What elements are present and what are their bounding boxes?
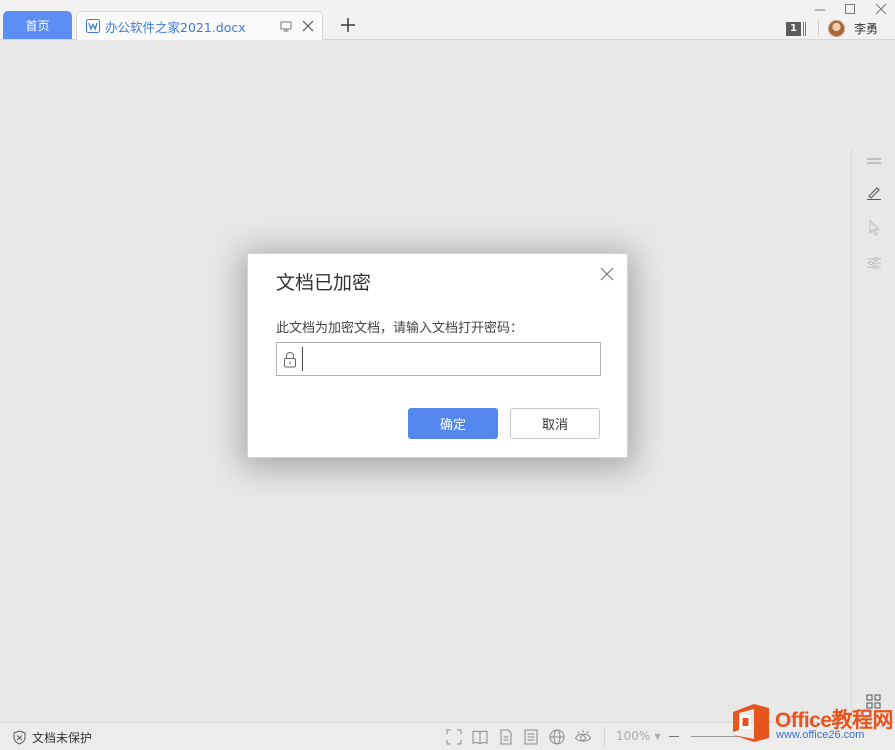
title-bar: 首页 办公软件之家2021.docx 1 李勇 <box>0 0 895 40</box>
statusbar-divider <box>604 727 605 747</box>
tab-document[interactable]: 办公软件之家2021.docx <box>76 11 323 40</box>
close-icon[interactable] <box>300 18 316 34</box>
page-icon[interactable] <box>497 728 515 746</box>
menu-lines-icon[interactable] <box>864 151 884 171</box>
protection-status: 文档未保护 <box>32 731 93 745</box>
tab-home[interactable]: 首页 <box>3 11 72 39</box>
lock-icon <box>284 352 296 368</box>
tab-home-label: 首页 <box>25 18 50 33</box>
office-logo-icon <box>733 704 769 742</box>
sliders-icon[interactable] <box>864 253 884 273</box>
dialog-title: 文档已加密 <box>276 272 372 294</box>
pen-icon[interactable] <box>864 182 884 202</box>
user-name: 李勇 <box>854 21 879 36</box>
avatar <box>828 19 845 37</box>
close-icon[interactable] <box>599 266 615 282</box>
titlebar-divider <box>818 20 819 36</box>
maximize-icon[interactable] <box>843 2 857 16</box>
password-field[interactable] <box>276 342 601 376</box>
outline-icon[interactable] <box>522 728 540 746</box>
pointer-icon[interactable] <box>864 218 884 238</box>
cancel-button[interactable]: 取消 <box>510 408 600 439</box>
dialog-message: 此文档为加密文档，请输入文档打开密码： <box>276 321 524 336</box>
tab-count-stack <box>803 22 806 36</box>
fullscreen-icon[interactable] <box>445 728 463 746</box>
minimize-icon[interactable] <box>813 2 827 16</box>
user-account[interactable]: 李勇 <box>828 19 878 37</box>
shield-icon <box>13 730 26 745</box>
watermark-url: www.office26.com <box>776 729 865 741</box>
present-icon[interactable] <box>278 18 294 34</box>
window-close-icon[interactable] <box>874 2 888 16</box>
password-input[interactable] <box>302 347 592 371</box>
watermark: Office教程网 www.office26.com <box>731 700 894 746</box>
plus-icon[interactable] <box>338 15 358 35</box>
chevron-down-icon: ▼ <box>654 731 661 741</box>
eye-icon[interactable] <box>574 728 592 746</box>
tab-count-button[interactable]: 1 <box>786 21 808 36</box>
web-icon[interactable] <box>548 728 566 746</box>
zoom-level[interactable]: 100% ▼ <box>616 729 660 743</box>
zoom-value: 100% <box>616 729 651 743</box>
tab-document-title: 办公软件之家2021.docx <box>105 19 246 35</box>
zoom-out-button[interactable] <box>669 736 679 737</box>
right-toolbar <box>851 148 895 722</box>
ok-button[interactable]: 确定 <box>408 408 498 439</box>
book-icon[interactable] <box>471 728 489 746</box>
doc-w-icon <box>86 19 100 33</box>
document-protection[interactable]: 文档未保护 <box>12 729 92 746</box>
password-dialog: 文档已加密 此文档为加密文档，请输入文档打开密码： 确定 取消 <box>247 253 628 458</box>
tab-count: 1 <box>786 22 801 36</box>
